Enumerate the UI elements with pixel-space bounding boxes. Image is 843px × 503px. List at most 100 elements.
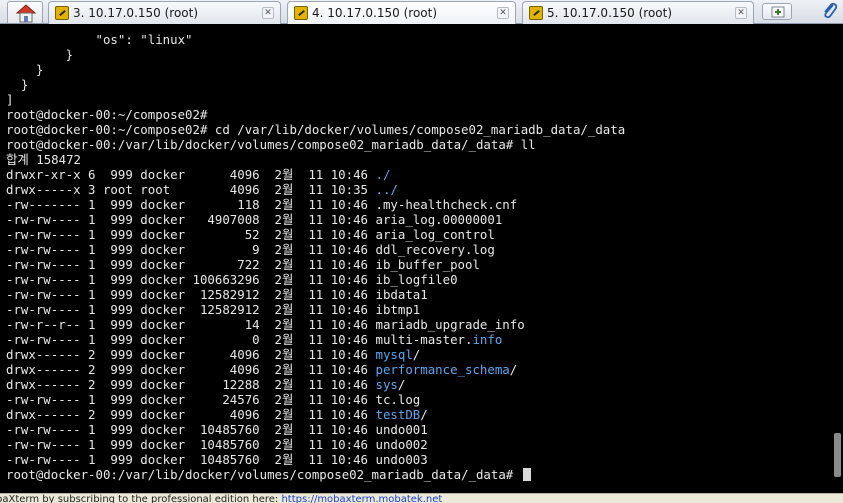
file-name: ibtmp1 <box>375 302 421 317</box>
close-icon[interactable]: ✕ <box>262 7 274 19</box>
file-name: ibdata1 <box>375 287 428 302</box>
tab-bar: 3. 10.17.0.150 (root) ✕ 4. 10.17.0.150 (… <box>0 0 843 25</box>
listing-row: -rw-rw---- 1 999 docker 100663296 2월 11 … <box>6 272 625 287</box>
file-suffix: / <box>420 407 428 422</box>
tab-label: 5. 10.17.0.150 (root) <box>547 6 673 20</box>
terminal-tab-icon <box>529 6 543 20</box>
listing-row: -rw-rw---- 1 999 docker 10485760 2월 11 1… <box>6 452 625 467</box>
file-suffix: / <box>509 362 518 377</box>
file-name: testDB <box>375 407 421 422</box>
listing-row: -rw-rw---- 1 999 docker 9 2월 11 10:46 dd… <box>6 242 625 257</box>
shell-prompt: root@docker-00:/var/lib/docker/volumes/c… <box>6 467 521 482</box>
listing-row: drwx------ 2 999 docker 4096 2월 11 10:46… <box>6 407 625 422</box>
listing-row: -rw------- 1 999 docker 118 2월 11 10:46 … <box>6 197 625 212</box>
attach-button[interactable] <box>820 1 840 21</box>
file-meta: -rw-rw---- 1 999 docker 0 2월 11 10:46 <box>6 332 376 347</box>
file-meta: -rw-rw---- 1 999 docker 10485760 2월 11 1… <box>6 452 376 467</box>
tab-session-4[interactable]: 4. 10.17.0.150 (root) ✕ <box>287 1 516 25</box>
prompt-line: root@docker-00:/var/lib/docker/volumes/c… <box>6 467 625 482</box>
home-icon <box>15 4 37 23</box>
file-meta: drwxr-xr-x 6 999 docker 4096 2월 11 10:46 <box>6 167 376 182</box>
file-meta: -rw-rw---- 1 999 docker 52 2월 11 10:46 <box>6 227 376 242</box>
terminal-line: "os": "linux" <box>6 32 193 47</box>
file-meta: drwx------ 2 999 docker 4096 2월 11 10:46 <box>6 362 376 377</box>
tab-session-3[interactable]: 3. 10.17.0.150 (root) ✕ <box>48 1 281 24</box>
file-meta: -rw-rw---- 1 999 docker 100663296 2월 11 … <box>6 272 376 287</box>
terminal-tab-icon <box>55 6 69 20</box>
terminal-line: root@docker-00:~/compose02# cd /var/lib/… <box>6 122 626 137</box>
file-name: sys <box>375 377 398 392</box>
listing-row: -rw-rw---- 1 999 docker 10485760 2월 11 1… <box>6 422 625 437</box>
listing-row: -rw-r--r-- 1 999 docker 14 2월 11 10:46 m… <box>6 317 625 332</box>
listing-row: -rw-rw---- 1 999 docker 12582912 2월 11 1… <box>6 302 625 317</box>
file-meta: drwx------ 2 999 docker 4096 2월 11 10:46 <box>6 347 376 362</box>
file-name: performance_schema <box>375 362 510 377</box>
terminal-output[interactable]: "os": "linux" } } }] root@docker-00:~/com… <box>0 24 832 493</box>
file-name: ib_buffer_pool <box>375 257 480 272</box>
tab-label: 4. 10.17.0.150 (root) <box>312 6 438 20</box>
listing-row: drwx-----x 3 root root 4096 2월 11 10:35 … <box>6 182 625 197</box>
file-suffix: / <box>397 377 406 392</box>
file-meta: -rw-rw---- 1 999 docker 12582912 2월 11 1… <box>6 302 376 317</box>
listing-row: drwx------ 2 999 docker 12288 2월 11 10:4… <box>6 377 625 392</box>
file-name: mariadb_upgrade_info <box>375 317 525 332</box>
new-tab-button[interactable] <box>762 3 792 20</box>
terminal-line: root@docker-00:/var/lib/docker/volumes/c… <box>6 137 536 152</box>
listing-row: -rw-rw---- 1 999 docker 10485760 2월 11 1… <box>6 437 625 452</box>
file-name: ../ <box>375 182 398 197</box>
file-suffix: / <box>412 347 421 362</box>
file-name: undo002 <box>375 437 428 452</box>
home-tab[interactable] <box>7 1 43 23</box>
file-meta: -rw-rw---- 1 999 docker 4907008 2월 11 10… <box>6 212 376 227</box>
status-text: baXterm by subscribing to the profession… <box>0 494 282 503</box>
file-name: aria_log_control <box>375 227 495 242</box>
tab-label: 3. 10.17.0.150 (root) <box>73 6 199 20</box>
tab-session-5[interactable]: 5. 10.17.0.150 (root) ✕ <box>522 1 754 24</box>
file-name: undo003 <box>375 452 428 467</box>
terminal-line: root@docker-00:~/compose02# <box>6 107 208 122</box>
file-meta: drwx------ 2 999 docker 12288 2월 11 10:4… <box>6 377 376 392</box>
new-tab-icon <box>771 6 785 18</box>
file-name: ./ <box>375 167 391 182</box>
file-meta: -rw-rw---- 1 999 docker 24576 2월 11 10:4… <box>6 392 376 407</box>
terminal-line: } <box>6 62 44 77</box>
file-meta: drwx------ 2 999 docker 4096 2월 11 10:46 <box>6 407 376 422</box>
file-meta: -rw-rw---- 1 999 docker 722 2월 11 10:46 <box>6 257 376 272</box>
file-meta: drwx-----x 3 root root 4096 2월 11 10:35 <box>6 182 376 197</box>
close-icon[interactable]: ✕ <box>497 7 509 19</box>
status-link[interactable]: https://mobaxterm.mobatek.net <box>281 494 442 503</box>
file-meta: -rw-rw---- 1 999 docker 10485760 2월 11 1… <box>6 437 376 452</box>
file-suffix: info <box>472 332 503 347</box>
terminal-lines: "os": "linux" } } }] root@docker-00:~/com… <box>6 32 625 482</box>
close-icon[interactable]: ✕ <box>735 7 747 19</box>
file-meta: -rw-r--r-- 1 999 docker 14 2월 11 10:46 <box>6 317 376 332</box>
file-meta: -rw-rw---- 1 999 docker 12582912 2월 11 1… <box>6 287 376 302</box>
listing-row: drwx------ 2 999 docker 4096 2월 11 10:46… <box>6 362 625 377</box>
file-name: undo001 <box>375 422 428 437</box>
listing-row: -rw-rw---- 1 999 docker 0 2월 11 10:46 mu… <box>6 332 625 347</box>
listing-row: -rw-rw---- 1 999 docker 24576 2월 11 10:4… <box>6 392 625 407</box>
file-meta: -rw-rw---- 1 999 docker 10485760 2월 11 1… <box>6 422 376 437</box>
file-name: multi-master. <box>375 332 473 347</box>
file-meta: -rw-rw---- 1 999 docker 9 2월 11 10:46 <box>6 242 376 257</box>
status-bar: baXterm by subscribing to the profession… <box>0 493 843 503</box>
paperclip-icon <box>824 2 838 19</box>
terminal-line: } <box>6 47 74 62</box>
vertical-scrollbar[interactable] <box>832 24 843 493</box>
file-name: mysql <box>375 347 413 362</box>
file-name: ib_logfile0 <box>375 272 458 287</box>
file-name: .my-healthcheck.cnf <box>375 197 518 212</box>
listing-row: -rw-rw---- 1 999 docker 12582912 2월 11 1… <box>6 287 625 302</box>
terminal-line: ] <box>6 92 14 107</box>
file-meta: -rw------- 1 999 docker 118 2월 11 10:46 <box>6 197 376 212</box>
text-cursor <box>522 468 531 481</box>
scrollbar-thumb[interactable] <box>834 433 841 477</box>
listing-row: drwxr-xr-x 6 999 docker 4096 2월 11 10:46… <box>6 167 625 182</box>
terminal-line: } <box>6 77 29 92</box>
listing-row: drwx------ 2 999 docker 4096 2월 11 10:46… <box>6 347 625 362</box>
listing-row: -rw-rw---- 1 999 docker 52 2월 11 10:46 a… <box>6 227 625 242</box>
terminal-line: 합계 158472 <box>6 152 82 167</box>
file-name: tc.log <box>375 392 421 407</box>
listing-row: -rw-rw---- 1 999 docker 722 2월 11 10:46 … <box>6 257 625 272</box>
listing-row: -rw-rw---- 1 999 docker 4907008 2월 11 10… <box>6 212 625 227</box>
